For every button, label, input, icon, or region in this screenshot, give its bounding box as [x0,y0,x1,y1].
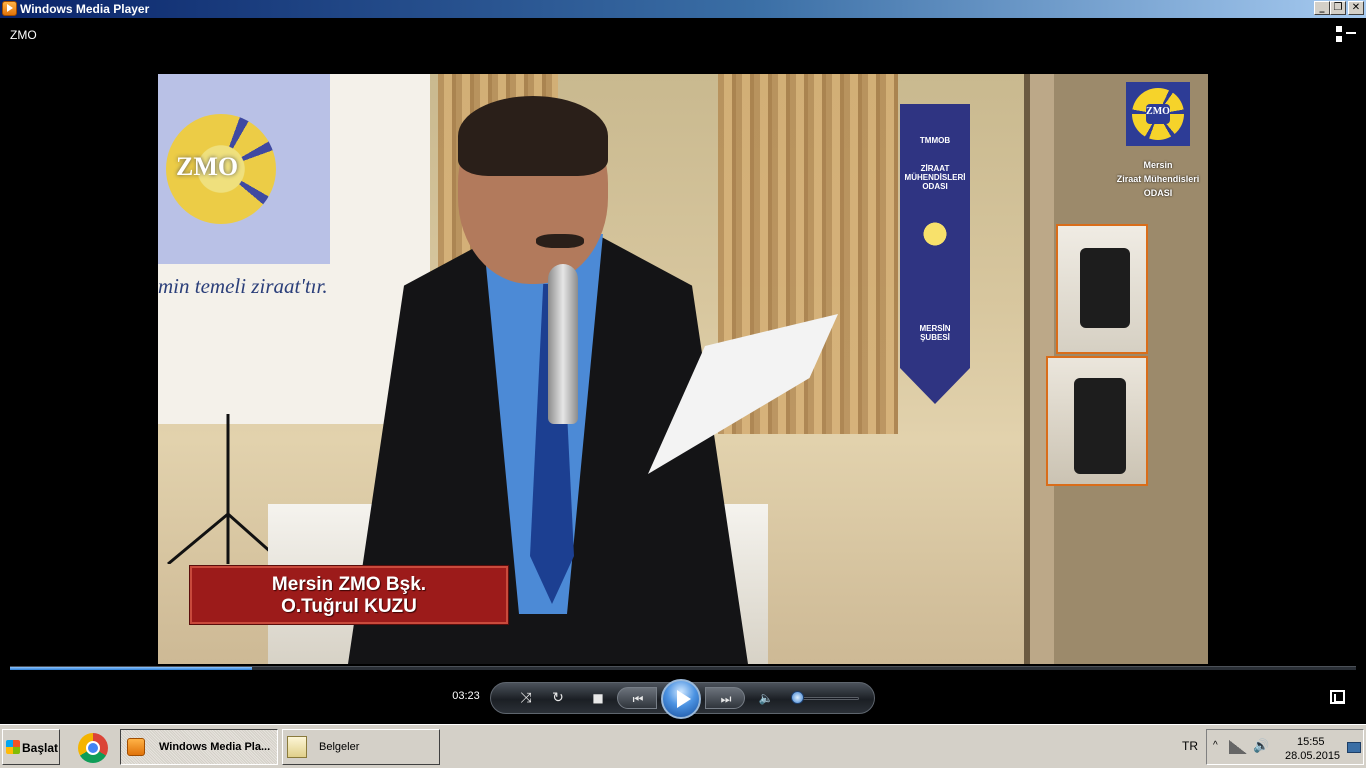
player-area: ZMO ZMO min temeli ziraat'tır. TMMOB ZİR… [0,18,1366,724]
org-caption-line3: ODASI [1143,188,1173,198]
projection-screen: ZMO min temeli ziraat'tır. [158,74,430,424]
lower-third-caption: Mersin ZMO Bşk. O.Tuğrul KUZU [190,566,508,624]
chrome-icon-center [86,741,100,755]
video-frame[interactable]: ZMO min temeli ziraat'tır. TMMOB ZİRAAT … [158,74,1208,664]
clock-date[interactable]: 28.05.2015 [1285,750,1340,762]
speaker-icon [1080,248,1130,328]
play-button[interactable] [661,679,701,719]
org-caption-line1: Mersin [1143,160,1173,170]
switch-view-icon [1336,26,1342,32]
banner-bottom-text: MERSİN ŞUBESİ [919,324,951,342]
next-button[interactable]: ⏭ [705,687,745,709]
taskbar: Başlat Windows Media Pla... Belgeler TR … [0,724,1366,768]
next-icon: ⏭ [720,692,732,706]
taskbar-item-media-player[interactable]: Windows Media Pla... [120,729,278,765]
fullscreen-icon[interactable] [1330,690,1345,704]
system-tray: ^ 🔊 15:55 28.05.2015 [1206,729,1364,765]
presenter-hair [458,96,608,176]
stop-button[interactable]: ■ [587,687,609,709]
close-button[interactable]: ✕ [1348,1,1364,15]
seek-bar[interactable] [10,666,1356,670]
taskbar-item-belgeler[interactable]: Belgeler [282,729,440,765]
banner-mid-text: ZİRAAT MÜHENDİSLERİ ODASI [904,164,966,191]
volume-slider-thumb[interactable] [790,691,804,704]
network-icon[interactable] [1229,740,1247,754]
language-indicator[interactable]: TR [1182,739,1198,753]
chevron-up-icon[interactable]: ^ [1213,740,1218,751]
media-player-icon [127,738,145,756]
zmo-banner: TMMOB ZİRAAT MÜHENDİSLERİ ODASI MERSİN Ş… [900,104,970,404]
title-bar[interactable]: Windows Media Player _ ❐ ✕ [0,0,1366,18]
start-button[interactable]: Başlat [2,729,60,765]
now-playing-title: ZMO [10,28,37,42]
speaker-icon [1074,378,1126,474]
switch-view-icon-part [1346,32,1356,34]
zmo-logo-icon: ZMO [1126,82,1190,146]
mute-button[interactable]: 🔈 [755,687,777,709]
previous-icon: ⏮ [632,692,644,706]
show-desktop-icon[interactable] [1347,742,1361,753]
banner-emblem-icon [915,214,955,254]
tripod [167,414,274,564]
media-player-icon [2,1,17,16]
previous-button[interactable]: ⏮ [617,687,657,709]
start-label: Başlat [22,741,59,755]
window-title: Windows Media Player [20,2,150,16]
speaker-box [1046,356,1148,486]
org-caption-line2: Ziraat Mühendisleri [1116,174,1200,184]
elapsed-time: 03:23 [452,690,480,702]
microphone [548,264,578,424]
seek-bar-progress [10,667,253,670]
presenter-moustache [536,234,584,248]
restore-button[interactable]: ❐ [1330,1,1346,15]
playback-controls: ⤨ ↻ ■ ⏮ ⏭ 🔈 [490,679,875,719]
shuffle-icon[interactable]: ⤨ [515,687,537,709]
clock-time[interactable]: 15:55 [1297,736,1325,748]
logo-text: ZMO [1146,106,1170,117]
screen-slogan: min temeli ziraat'tır. [158,274,328,298]
folder-icon [287,736,307,758]
minimize-button[interactable]: _ [1314,1,1330,15]
caption-line2: O.Tuğrul KUZU [281,596,417,617]
windows-logo-icon [6,740,20,754]
volume-icon[interactable]: 🔊 [1253,738,1269,754]
switch-view-icon-part [1336,36,1342,42]
banner-top-text: TMMOB [919,136,951,145]
repeat-icon[interactable]: ↻ [547,687,569,709]
organization-caption: Mersin Ziraat Mühendisleri ODASI [1098,158,1208,200]
taskbar-item-label: Belgeler [319,741,360,753]
speaker-box [1056,224,1148,354]
taskbar-item-label: Windows Media Pla... [159,741,271,753]
screen-logo-text: ZMO [176,152,239,181]
chrome-icon[interactable] [78,733,108,763]
screen-logo-panel: ZMO [158,74,330,264]
caption-line1: Mersin ZMO Bşk. [271,574,427,595]
switch-to-library-button[interactable] [1336,26,1356,44]
